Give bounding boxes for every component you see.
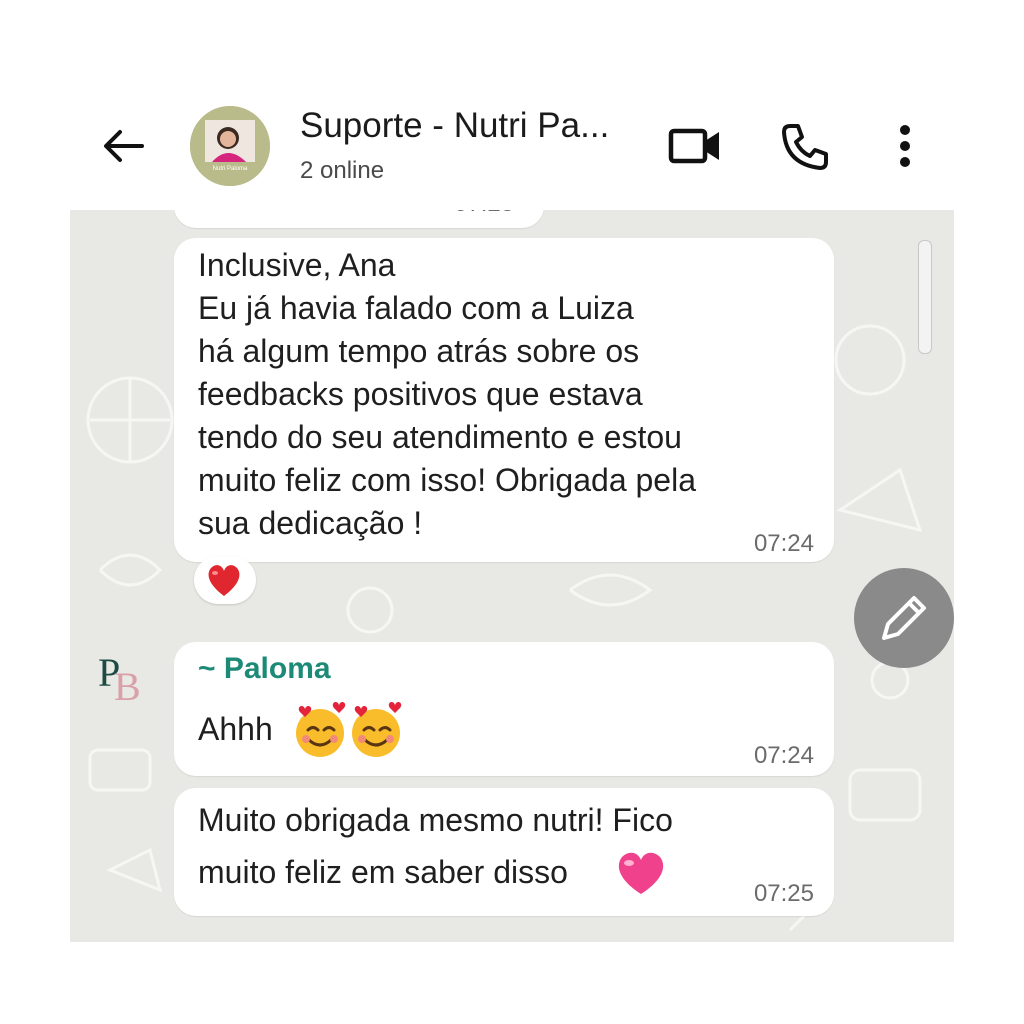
message-list[interactable]: 07:23 Inclusive, Ana Eu já havia falado …: [70, 210, 954, 942]
message-reaction[interactable]: [194, 556, 256, 604]
chat-screen: Nutri Paloma Suporte - Nutri Pa... 2 onl…: [70, 82, 954, 942]
compose-button[interactable]: [854, 568, 954, 668]
message-bubble[interactable]: Inclusive, Ana Eu já havia falado com a …: [174, 238, 834, 562]
group-avatar[interactable]: Nutri Paloma: [190, 106, 270, 186]
arrow-left-icon: [104, 130, 144, 162]
more-vertical-icon: [900, 125, 910, 167]
smiling-face-with-hearts-icon: [296, 702, 402, 757]
message-time: 07:23: [454, 210, 514, 218]
red-heart-icon: [208, 565, 240, 596]
message-text: Ahhh: [198, 711, 273, 747]
pink-heart-icon: [618, 852, 664, 894]
avatar-caption: Nutri Paloma: [212, 166, 248, 172]
scrollbar[interactable]: [918, 240, 932, 354]
online-status: 2 online: [300, 157, 385, 184]
sender-avatar[interactable]: P B: [94, 642, 150, 709]
pencil-icon: [882, 596, 926, 640]
svg-text:B: B: [114, 664, 141, 704]
phone-icon: [782, 124, 828, 170]
video-call-button[interactable]: [668, 122, 724, 170]
previous-message-bubble: 07:23: [174, 210, 544, 228]
avatar-photo: [190, 106, 270, 186]
message-text: Muito obrigada mesmo nutri! Fico muito f…: [198, 802, 673, 890]
video-call-icon: [668, 128, 719, 164]
chat-title[interactable]: Suporte - Nutri Pa...: [300, 106, 609, 146]
chat-header: Nutri Paloma Suporte - Nutri Pa... 2 onl…: [70, 82, 954, 210]
voice-call-button[interactable]: [780, 122, 830, 172]
message-time: 07:24: [753, 530, 814, 557]
message-bubble[interactable]: Muito obrigada mesmo nutri! Fico muito f…: [174, 788, 834, 916]
message-text: Inclusive, Ana Eu já havia falado com a …: [198, 247, 696, 541]
message-bubble[interactable]: ~ Paloma Ahhh 07:24: [174, 642, 834, 776]
back-button[interactable]: [100, 126, 148, 166]
message-time: 07:24: [753, 742, 814, 769]
sender-name[interactable]: ~ Paloma: [198, 652, 331, 686]
more-options-button[interactable]: [888, 122, 922, 170]
message-time: 07:25: [753, 880, 814, 907]
pb-monogram-logo: P B: [98, 650, 141, 709]
